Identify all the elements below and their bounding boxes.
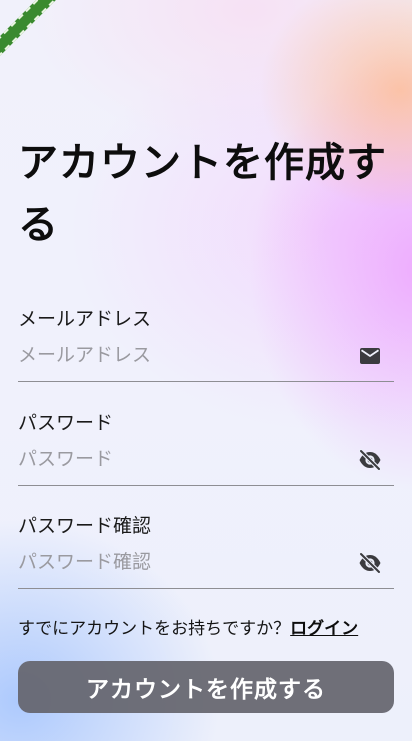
visibility-off-icon[interactable] — [358, 448, 382, 472]
mail-icon — [358, 344, 382, 368]
email-label: メールアドレス — [18, 308, 152, 330]
password-confirm-row — [18, 539, 394, 589]
email-field-group: メールアドレス — [18, 306, 394, 382]
password-label: パスワード — [18, 412, 114, 434]
password-confirm-label: パスワード確認 — [18, 515, 152, 537]
login-prompt: すでにアカウントをお持ちですか？ログイン — [18, 617, 394, 641]
page-title: アカウントを作成する — [18, 140, 387, 248]
create-account-button[interactable]: アカウントを作成する — [18, 661, 394, 713]
email-row — [18, 332, 394, 382]
login-link[interactable]: ログイン — [290, 619, 358, 639]
password-input[interactable] — [18, 444, 354, 474]
email-input[interactable] — [18, 340, 354, 370]
login-prompt-text: すでにアカウントをお持ちですか？ — [18, 619, 291, 639]
password-field-group: パスワード — [18, 410, 394, 486]
password-confirm-field-group: パスワード確認 — [18, 513, 394, 589]
password-confirm-input[interactable] — [18, 547, 354, 577]
visibility-off-icon[interactable] — [358, 551, 382, 575]
signup-screen: アカウントを作成する メールアドレス パスワード — [0, 0, 412, 741]
password-row — [18, 436, 394, 486]
